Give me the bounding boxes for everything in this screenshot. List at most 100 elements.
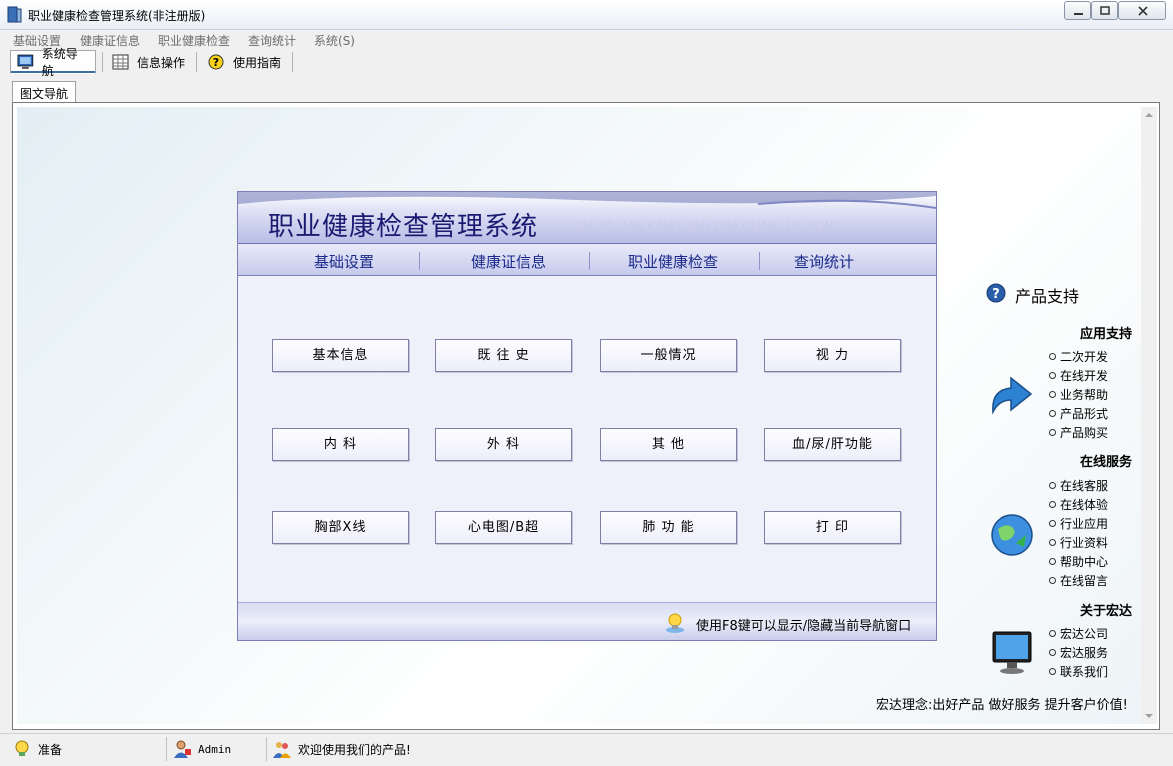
bullet-icon bbox=[1049, 558, 1056, 565]
close-icon bbox=[1138, 6, 1148, 16]
nav-separator bbox=[759, 252, 760, 270]
monitor-icon bbox=[17, 54, 34, 69]
user-icon bbox=[174, 740, 191, 758]
link-hongda-service[interactable]: 宏达服务 bbox=[1049, 644, 1108, 661]
menu-health-certificate[interactable]: 健康证信息 bbox=[80, 32, 140, 49]
lightbulb-icon bbox=[666, 613, 684, 633]
link-business-help-label: 业务帮助 bbox=[1060, 388, 1109, 402]
link-industry-materials-label: 行业资料 bbox=[1060, 536, 1109, 550]
menu-occupational-check[interactable]: 职业健康检查 bbox=[158, 32, 230, 49]
menu-system[interactable]: 系统(S) bbox=[314, 32, 355, 49]
svg-text:?: ? bbox=[992, 287, 1000, 302]
basic-info-button[interactable]: 基本信息 bbox=[272, 339, 409, 372]
link-business-help[interactable]: 业务帮助 bbox=[1049, 386, 1108, 403]
nav-separator bbox=[589, 252, 590, 270]
toolbar-info-operation-label: 信息操作 bbox=[137, 55, 186, 70]
vertical-scrollbar[interactable] bbox=[1141, 107, 1157, 724]
panel-header: 职业健康检查管理系统 ZHI YE JIAN KANG JIAN CHA GUA… bbox=[238, 192, 936, 244]
toolbar-system-nav-label: 系统导航 bbox=[41, 47, 78, 78]
link-hongda-company[interactable]: 宏达公司 bbox=[1049, 625, 1108, 642]
link-help-center-label: 帮助中心 bbox=[1060, 555, 1109, 569]
lung-function-button[interactable]: 肺 功 能 bbox=[600, 511, 737, 544]
status-separator bbox=[166, 737, 167, 761]
blood-urine-liver-button[interactable]: 血/尿/肝功能 bbox=[764, 428, 901, 461]
bullet-icon bbox=[1049, 410, 1056, 417]
panel-footer: 使用F8键可以显示/隐藏当前导航窗口 bbox=[238, 602, 936, 640]
toolbar-separator bbox=[196, 52, 197, 72]
panel-nav-basic-settings[interactable]: 基础设置 bbox=[314, 251, 374, 272]
status-separator bbox=[266, 737, 267, 761]
bullet-icon bbox=[1049, 577, 1056, 584]
maximize-button[interactable] bbox=[1091, 1, 1118, 20]
print-button[interactable]: 打 印 bbox=[764, 511, 901, 544]
link-industry-application[interactable]: 行业应用 bbox=[1049, 515, 1108, 532]
bullet-icon bbox=[1049, 539, 1056, 546]
toolbar-user-guide[interactable]: ? 使用指南 bbox=[202, 50, 287, 74]
tab-graphic-nav-label: 图文导航 bbox=[20, 87, 69, 101]
link-online-message[interactable]: 在线留言 bbox=[1049, 572, 1108, 589]
tab-graphic-nav[interactable]: 图文导航 bbox=[12, 81, 76, 103]
nav-separator bbox=[419, 252, 420, 270]
bullet-icon bbox=[1049, 668, 1056, 675]
surgery-button[interactable]: 外 科 bbox=[435, 428, 572, 461]
toolbar-info-operation[interactable]: 信息操作 bbox=[106, 50, 191, 74]
link-help-center[interactable]: 帮助中心 bbox=[1049, 553, 1108, 570]
ecg-ultrasound-button[interactable]: 心电图/B超 bbox=[435, 511, 572, 544]
link-online-experience[interactable]: 在线体验 bbox=[1049, 496, 1108, 513]
menu-query-stats[interactable]: 查询统计 bbox=[248, 32, 296, 49]
link-online-development[interactable]: 在线开发 bbox=[1049, 367, 1108, 384]
close-button[interactable] bbox=[1118, 1, 1166, 20]
link-online-customer-service[interactable]: 在线客服 bbox=[1049, 477, 1108, 494]
link-online-development-label: 在线开发 bbox=[1060, 369, 1109, 383]
vision-button[interactable]: 视 力 bbox=[764, 339, 901, 372]
status-ready: 准备 bbox=[12, 737, 62, 761]
online-service-title: 在线服务 bbox=[1080, 455, 1133, 470]
bullet-icon bbox=[1049, 429, 1056, 436]
computer-icon bbox=[992, 631, 1032, 674]
toolbar-user-guide-label: 使用指南 bbox=[233, 55, 282, 70]
bullet-icon bbox=[1049, 501, 1056, 508]
minimize-icon bbox=[1074, 13, 1083, 15]
product-support-title: 产品支持 bbox=[1015, 287, 1080, 306]
link-product-purchase[interactable]: 产品购买 bbox=[1049, 424, 1108, 441]
menu-bar: 基础设置 健康证信息 职业健康检查 查询统计 系统(S) bbox=[0, 30, 1173, 48]
panel-nav-health-certificate[interactable]: 健康证信息 bbox=[471, 251, 546, 272]
lightbulb-icon bbox=[15, 740, 29, 756]
general-condition-button[interactable]: 一般情况 bbox=[600, 339, 737, 372]
other-button[interactable]: 其 他 bbox=[600, 428, 737, 461]
link-secondary-development-label: 二次开发 bbox=[1060, 350, 1109, 364]
users-icon bbox=[273, 742, 291, 758]
link-contact-us[interactable]: 联系我们 bbox=[1049, 663, 1108, 680]
link-secondary-development[interactable]: 二次开发 bbox=[1049, 348, 1108, 365]
navigation-panel: 职业健康检查管理系统 ZHI YE JIAN KANG JIAN CHA GUA… bbox=[237, 191, 937, 641]
panel-nav-query-stats[interactable]: 查询统计 bbox=[794, 251, 854, 272]
bullet-icon bbox=[1049, 630, 1056, 637]
status-message: 欢迎使用我们的产品! bbox=[272, 737, 411, 761]
f8-hint: 使用F8键可以显示/隐藏当前导航窗口 bbox=[696, 619, 912, 634]
arrow-icon bbox=[992, 376, 1033, 415]
chest-xray-button[interactable]: 胸部X线 bbox=[272, 511, 409, 544]
panel-nav-occupational-check[interactable]: 职业健康检查 bbox=[628, 251, 718, 272]
status-bar: 准备 Admin 欢迎使用我们的产品! bbox=[0, 733, 1173, 766]
status-user: Admin bbox=[172, 737, 231, 761]
link-hongda-company-label: 宏达公司 bbox=[1060, 627, 1109, 641]
link-product-purchase-label: 产品购买 bbox=[1060, 426, 1109, 440]
internal-medicine-button[interactable]: 内 科 bbox=[272, 428, 409, 461]
svg-text:?: ? bbox=[213, 56, 219, 69]
status-ready-label: 准备 bbox=[38, 742, 63, 757]
minimize-button[interactable] bbox=[1064, 1, 1091, 20]
link-product-form[interactable]: 产品形式 bbox=[1049, 405, 1108, 422]
about-hongda-title: 关于宏达 bbox=[1080, 604, 1133, 619]
title-bar: 职业健康检查管理系统(非注册版) bbox=[0, 0, 1173, 30]
scroll-up-icon[interactable] bbox=[1145, 113, 1153, 117]
bullet-icon bbox=[1049, 482, 1056, 489]
panel-pinyin: ZHI YE JIAN KANG JIAN CHA GUAN LI XI TON… bbox=[576, 219, 843, 233]
app-icon bbox=[7, 6, 22, 23]
toolbar-system-nav[interactable]: 系统导航 bbox=[10, 47, 96, 78]
past-history-button[interactable]: 既 往 史 bbox=[435, 339, 572, 372]
bullet-icon bbox=[1049, 353, 1056, 360]
link-industry-materials[interactable]: 行业资料 bbox=[1049, 534, 1108, 551]
scroll-down-icon[interactable] bbox=[1145, 714, 1153, 718]
help-icon: ? bbox=[208, 54, 224, 70]
link-contact-us-label: 联系我们 bbox=[1060, 665, 1109, 679]
